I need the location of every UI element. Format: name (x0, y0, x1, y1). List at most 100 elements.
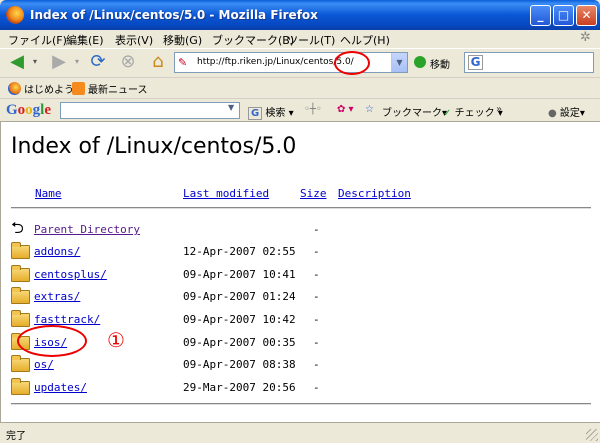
footer-divider (11, 403, 591, 405)
bookmarks-toolbar: はじめよう 最新ニュース (0, 77, 600, 97)
modified-cell: 09-Apr-2007 01:24 (183, 290, 296, 303)
folder-icon (11, 242, 30, 259)
reload-icon[interactable]: ⟳ (86, 51, 110, 75)
close-button[interactable]: ✕ (576, 5, 597, 26)
url-text[interactable]: http://ftp.riken.jp/Linux/centos/5.0/ (197, 57, 354, 67)
modified-cell: 09-Apr-2007 10:42 (183, 313, 296, 326)
forward-arrow-icon[interactable]: ▶ (46, 51, 72, 75)
modified-cell: 09-Apr-2007 00:35 (183, 336, 296, 349)
resize-grip-icon[interactable] (586, 429, 598, 441)
menu-go[interactable]: 移動(G) (163, 32, 202, 48)
menu-tools[interactable]: ツール(T) (287, 32, 335, 48)
spellcheck-button[interactable]: ✓ チェック ▾ (443, 104, 503, 119)
back-dropdown-icon[interactable]: ▾ (30, 51, 40, 75)
google-search-dropdown-icon[interactable]: ▼ (228, 103, 234, 112)
column-description-link[interactable]: Description (338, 187, 411, 200)
folder-icon (11, 355, 30, 372)
modified-cell: 09-Apr-2007 08:38 (183, 358, 296, 371)
size-cell: - (313, 313, 320, 326)
settings-icon: ● (548, 108, 557, 119)
pagerank-icon: ◦┼◦ (304, 104, 322, 115)
navigation-toolbar: ◀ ▾ ▶ ▾ ⟳ ⊗ ⌂ ✎ http://ftp.riken.jp/Linu… (0, 48, 600, 76)
google-g-icon: G (248, 107, 263, 120)
table-row: os/ 09-Apr-2007 08:38 - (11, 354, 571, 376)
size-cell: - (313, 336, 320, 349)
google-search-button[interactable]: G 検索 ▾ (248, 104, 294, 120)
address-bar[interactable]: ✎ http://ftp.riken.jp/Linux/centos/5.0/ … (174, 52, 408, 73)
bookmark-getting-started[interactable]: はじめよう (8, 81, 74, 96)
directory-link[interactable]: fasttrack/ (34, 313, 100, 326)
folder-icon (11, 265, 30, 282)
go-label[interactable]: 移動 (430, 56, 450, 71)
parent-directory-row: ⮌ Parent Directory - (11, 219, 571, 241)
modified-cell: 12-Apr-2007 02:55 (183, 245, 296, 258)
forward-dropdown-icon[interactable]: ▾ (72, 51, 82, 75)
site-favicon-icon: ✎ (178, 56, 188, 69)
firefox-icon (8, 82, 21, 95)
stop-icon[interactable]: ⊗ (116, 51, 140, 75)
window-titlebar[interactable]: Index of /Linux/centos/5.0 - Mozilla Fir… (0, 0, 600, 30)
column-size-link[interactable]: Size (300, 187, 327, 200)
page-content: Index of /Linux/centos/5.0 Name Last mod… (0, 122, 600, 422)
table-row: fasttrack/ 09-Apr-2007 10:42 - (11, 309, 571, 331)
rss-icon (72, 82, 85, 95)
page-title: Index of /Linux/centos/5.0 (11, 134, 297, 159)
throbber-icon: ✲ (580, 30, 591, 45)
spellcheck-icon: ✓ (443, 108, 452, 119)
size-cell: - (313, 358, 320, 371)
column-modified-link[interactable]: Last modified (183, 187, 269, 200)
status-bar: 完了 (0, 422, 600, 443)
popup-blocker-icon[interactable]: ✿ ▾ (337, 104, 354, 115)
minimize-button[interactable]: _ (530, 5, 551, 26)
isos-annotation-ellipse (17, 325, 87, 357)
settings-button[interactable]: ● 設定▾ (548, 104, 585, 119)
folder-icon (11, 310, 30, 327)
size-cell: - (313, 245, 320, 258)
menu-view[interactable]: 表示(V) (115, 32, 153, 48)
folder-icon (11, 378, 30, 395)
modified-cell: 29-Mar-2007 20:56 (183, 381, 296, 394)
menu-bar: ファイル(F) 編集(E) 表示(V) 移動(G) ブックマーク(B) ツール(… (0, 30, 600, 48)
directory-link[interactable]: addons/ (34, 245, 80, 258)
status-text: 完了 (6, 431, 26, 442)
size-cell: - (313, 290, 320, 303)
size-cell: - (313, 381, 320, 394)
menu-file[interactable]: ファイル(F) (8, 32, 67, 48)
directory-link[interactable]: os/ (34, 358, 54, 371)
table-row: addons/ 12-Apr-2007 02:55 - (11, 241, 571, 263)
google-search-icon[interactable]: G (468, 55, 483, 70)
size-cell: - (313, 268, 320, 281)
url-annotation-ellipse (334, 51, 370, 75)
google-logo: Google (6, 102, 52, 118)
parent-directory-link[interactable]: Parent Directory (34, 223, 140, 236)
firefox-icon (6, 6, 24, 24)
directory-link[interactable]: centosplus/ (34, 268, 107, 281)
home-icon[interactable]: ⌂ (146, 51, 170, 75)
window-title: Index of /Linux/centos/5.0 - Mozilla Fir… (30, 8, 318, 22)
header-divider (11, 207, 591, 209)
star-icon[interactable]: ☆ (365, 104, 374, 115)
modified-cell: 09-Apr-2007 10:41 (183, 268, 296, 281)
menu-help[interactable]: ヘルプ(H) (340, 32, 390, 48)
toolbar-overflow-icon[interactable]: » (496, 104, 502, 115)
annotation-number: ① (107, 328, 125, 352)
table-row: extras/ 09-Apr-2007 01:24 - (11, 286, 571, 308)
google-bookmarks-button[interactable]: ブックマーク▾ (382, 104, 447, 119)
address-dropdown-icon[interactable]: ▼ (391, 53, 407, 72)
column-name-link[interactable]: Name (35, 187, 62, 200)
directory-link[interactable]: extras/ (34, 290, 80, 303)
table-row: updates/ 29-Mar-2007 20:56 - (11, 377, 571, 399)
folder-icon (11, 287, 30, 304)
search-box[interactable]: G (464, 52, 594, 73)
bookmark-latest-news[interactable]: 最新ニュース (72, 81, 148, 96)
menu-bookmarks[interactable]: ブックマーク(B) (212, 32, 294, 48)
google-search-input[interactable] (60, 102, 240, 119)
go-icon[interactable] (414, 56, 426, 68)
directory-link[interactable]: updates/ (34, 381, 87, 394)
menu-edit[interactable]: 編集(E) (66, 32, 104, 48)
table-row: isos/ 09-Apr-2007 00:35 - (11, 332, 571, 354)
back-arrow-icon[interactable]: ◀ (4, 51, 30, 75)
maximize-button[interactable]: □ (553, 5, 574, 26)
table-row: centosplus/ 09-Apr-2007 10:41 - (11, 264, 571, 286)
google-toolbar: Google ▼ G 検索 ▾ ◦┼◦ ✿ ▾ ☆ ブックマーク▾ ✓ チェック… (0, 98, 600, 122)
